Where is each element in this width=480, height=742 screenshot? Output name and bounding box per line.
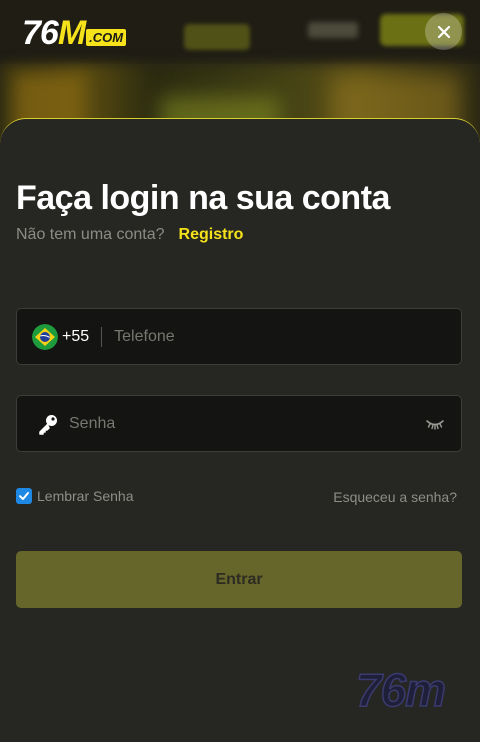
phone-field[interactable]: +55: [16, 308, 462, 365]
password-field[interactable]: [16, 395, 462, 452]
login-modal: Faça login na sua conta Não tem uma cont…: [0, 118, 480, 742]
background-chip: [184, 24, 250, 50]
forgot-password-link[interactable]: Esqueceu a senha?: [333, 489, 457, 505]
register-link[interactable]: Registro: [179, 226, 244, 244]
dial-code[interactable]: +55: [62, 328, 89, 346]
eye-closed-icon[interactable]: [425, 417, 445, 431]
key-icon: [39, 414, 57, 435]
close-icon: [437, 25, 450, 38]
logo-domain: .COM: [86, 29, 127, 46]
remember-checkbox[interactable]: [16, 488, 32, 504]
close-button[interactable]: [425, 13, 462, 50]
phone-input[interactable]: [102, 309, 461, 364]
register-prompt: Não tem uma conta? Registro: [16, 226, 243, 244]
password-input[interactable]: [59, 396, 425, 451]
logo-letter: M: [57, 14, 86, 52]
modal-title: Faça login na sua conta: [16, 179, 390, 217]
check-icon: [19, 492, 29, 500]
remember-label[interactable]: Lembrar Senha: [37, 488, 134, 504]
brand-watermark: 76m: [355, 663, 447, 717]
logo-number: 76: [22, 14, 59, 52]
no-account-text: Não tem uma conta?: [16, 226, 165, 243]
login-submit-button[interactable]: Entrar: [16, 551, 462, 608]
background-text: [308, 22, 358, 38]
remember-password: Lembrar Senha: [16, 488, 134, 504]
site-logo: 76 M .COM: [22, 12, 127, 52]
brazil-flag-icon[interactable]: [32, 323, 58, 350]
